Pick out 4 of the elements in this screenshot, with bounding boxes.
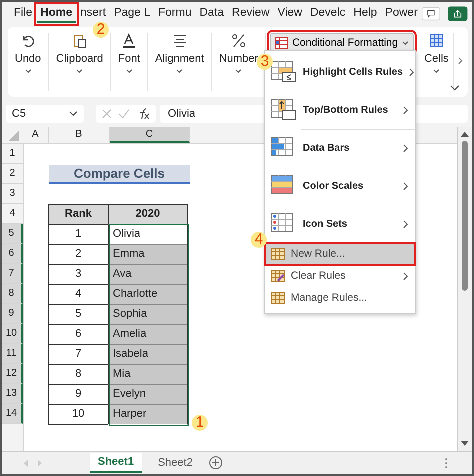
table-header: Rank — [48, 204, 109, 225]
step-number: 2 — [93, 22, 109, 38]
table-header: 2020 — [108, 204, 188, 225]
sheet-title: Compare Cells — [49, 164, 190, 184]
